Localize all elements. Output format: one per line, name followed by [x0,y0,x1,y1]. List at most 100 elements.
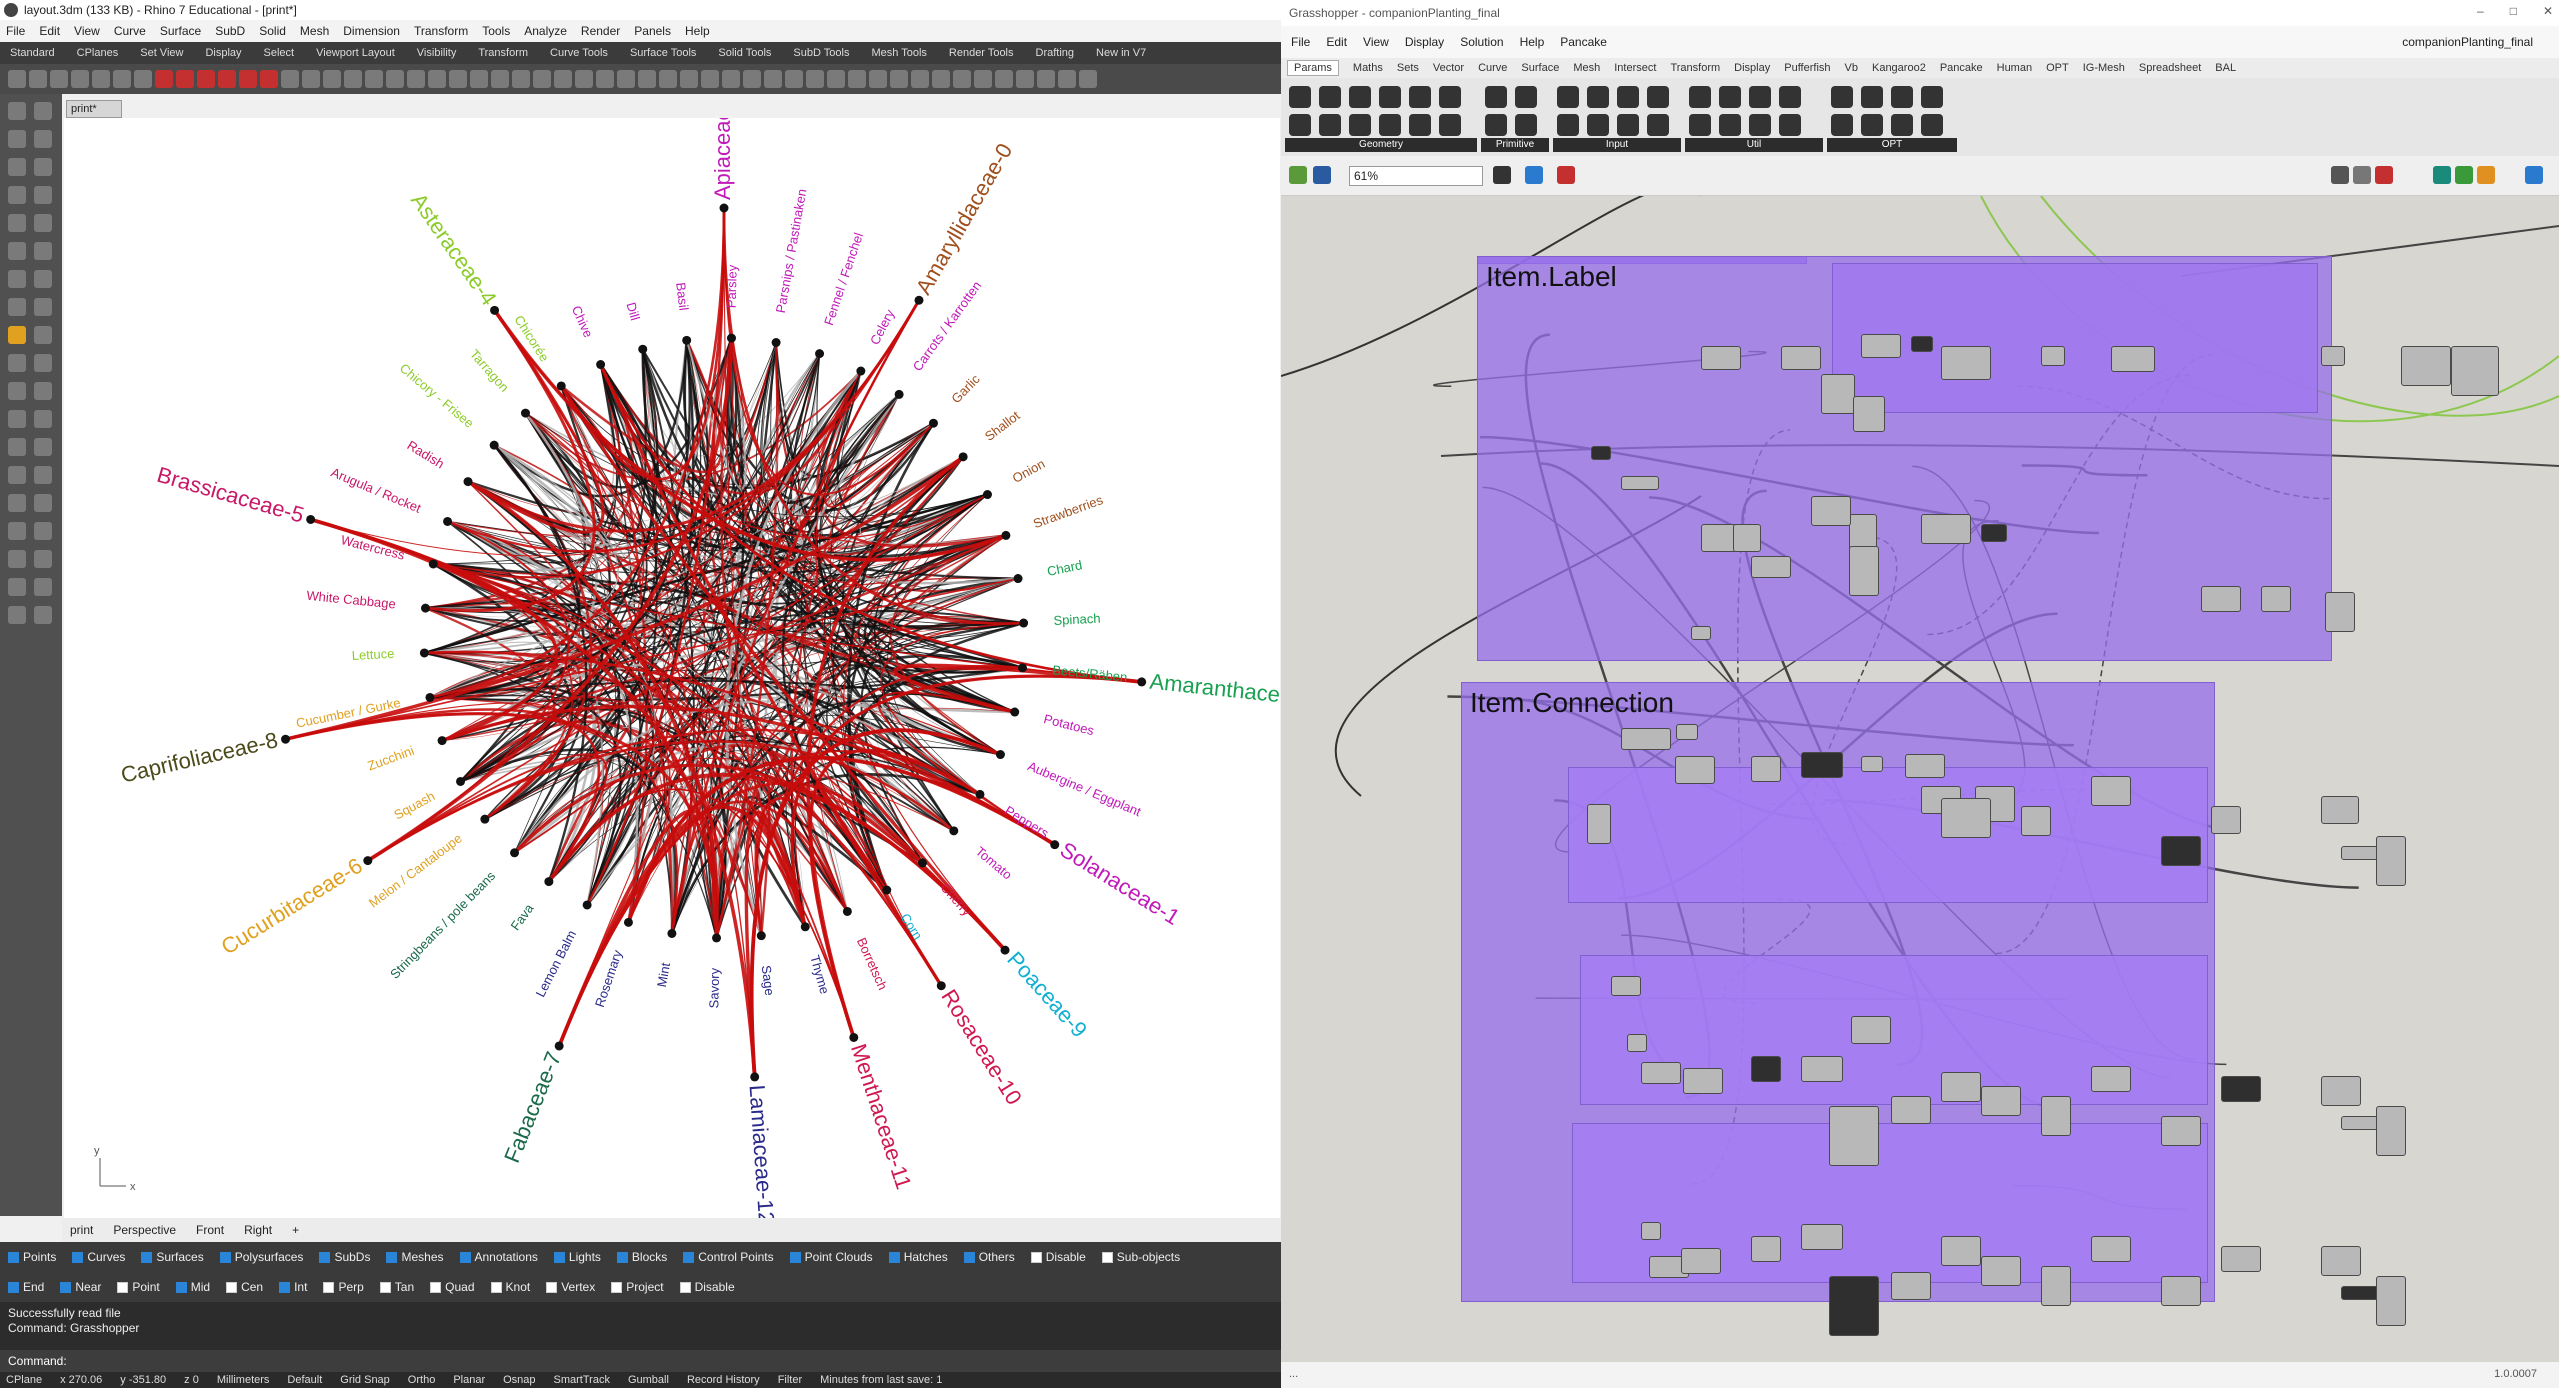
gh-tab-surface[interactable]: Surface [1521,62,1559,74]
component-icon[interactable] [1891,114,1913,136]
checkbox-box[interactable] [219,1251,231,1263]
save-icon[interactable] [1313,166,1331,184]
checkbox-lights[interactable]: Lights [553,1250,601,1264]
brush-icon[interactable] [1557,166,1575,184]
toolbar-tab-cplanes[interactable]: CPlanes [77,47,119,59]
toolbar-tool-icon[interactable] [113,70,131,88]
gh-tab-kangaroo2[interactable]: Kangaroo2 [1872,62,1926,74]
checkbox-mid[interactable]: Mid [175,1280,210,1294]
checkbox-box[interactable] [226,1281,238,1293]
toolbar-tool-icon[interactable] [932,70,950,88]
toolbar-tool-icon[interactable] [428,70,446,88]
side-tool-icon[interactable] [34,102,52,120]
side-tool-icon[interactable] [8,354,26,372]
gh-component[interactable] [1905,754,1945,778]
side-tool-icon[interactable] [8,298,26,316]
maximize-icon[interactable]: □ [2510,4,2517,18]
component-icon[interactable] [1779,114,1801,136]
gh-component[interactable] [1821,374,1855,414]
component-icon[interactable] [1749,114,1771,136]
status-y-351-80[interactable]: y -351.80 [120,1374,166,1386]
side-tool-icon[interactable] [8,242,26,260]
toolbar-tool-icon[interactable] [974,70,992,88]
checkbox-perp[interactable]: Perp [323,1280,364,1294]
toolbar-tab-viewport-layout[interactable]: Viewport Layout [316,47,395,59]
gh-component[interactable] [2021,806,2051,836]
gh-component[interactable] [2321,1246,2361,1276]
checkbox-int[interactable]: Int [279,1280,307,1294]
toolbar-tool-icon[interactable] [260,70,278,88]
gh-component[interactable] [1851,1016,1891,1044]
side-tool-icon[interactable] [34,550,52,568]
checkbox-annotations[interactable]: Annotations [459,1250,538,1264]
menu-file[interactable]: File [6,24,25,38]
component-icon[interactable] [1689,114,1711,136]
gh-component[interactable] [1675,756,1715,784]
checkbox-near[interactable]: Near [60,1280,101,1294]
toolbar-tool-icon[interactable] [1058,70,1076,88]
gh-component[interactable] [2041,1266,2071,1306]
checkbox-point-clouds[interactable]: Point Clouds [789,1250,873,1264]
gh-tab-pancake[interactable]: Pancake [1940,62,1983,74]
render-icon[interactable] [2455,166,2473,184]
toolbar-tool-icon[interactable] [1079,70,1097,88]
side-tool-icon[interactable] [34,130,52,148]
toolbar-tool-icon[interactable] [470,70,488,88]
side-tool-icon[interactable] [34,578,52,596]
checkbox-knot[interactable]: Knot [490,1280,530,1294]
toolbar-tool-icon[interactable] [869,70,887,88]
gh-component[interactable] [1861,756,1883,772]
component-icon[interactable] [1409,86,1431,108]
component-icon[interactable] [1617,86,1639,108]
side-tool-icon[interactable] [8,578,26,596]
gh-component[interactable] [2041,1096,2071,1136]
toolbar-tool-icon[interactable] [407,70,425,88]
side-tool-icon[interactable] [8,326,26,344]
menu-render[interactable]: Render [581,24,620,38]
checkbox-box[interactable] [8,1251,19,1263]
gh-component[interactable] [1611,976,1641,996]
viewport-tab-right[interactable]: Right [244,1223,272,1237]
checkbox-disable[interactable]: Disable [679,1280,735,1294]
gh-component[interactable] [1681,1248,1721,1274]
component-icon[interactable] [1557,86,1579,108]
status-millimeters[interactable]: Millimeters [217,1374,270,1386]
checkbox-polysurfaces[interactable]: Polysurfaces [219,1250,303,1264]
shade-icon[interactable] [2331,166,2349,184]
checkbox-end[interactable]: End [8,1280,44,1294]
checkbox-box[interactable] [679,1281,691,1293]
gh-tab-mesh[interactable]: Mesh [1573,62,1600,74]
gh-component[interactable] [1853,396,1885,432]
component-icon[interactable] [1921,114,1943,136]
gh-component[interactable] [1801,752,1843,778]
component-icon[interactable] [1831,114,1853,136]
viewport-tab-perspective[interactable]: Perspective [113,1223,176,1237]
checkbox-box[interactable] [553,1251,565,1263]
zoom-select[interactable]: 61% [1349,166,1483,186]
menu-panels[interactable]: Panels [634,24,671,38]
toolbar-tool-icon[interactable] [1037,70,1055,88]
open-icon[interactable] [1289,166,1307,184]
checkbox-box[interactable] [323,1281,335,1293]
component-icon[interactable] [1409,114,1431,136]
component-icon[interactable] [1349,86,1371,108]
checkbox-sub-objects[interactable]: Sub-objects [1101,1250,1180,1264]
checkbox-others[interactable]: Others [963,1250,1015,1264]
command-line[interactable]: Command: [0,1350,1281,1372]
toolbar-tool-icon[interactable] [680,70,698,88]
gh-component[interactable] [1941,798,1991,838]
toolbar-tool-icon[interactable] [911,70,929,88]
toolbar-tab-set-view[interactable]: Set View [140,47,183,59]
checkbox-box[interactable] [386,1251,398,1263]
gh-component[interactable] [1683,1068,1723,1094]
checkbox-box[interactable] [963,1251,975,1263]
gh-component[interactable] [1921,514,1971,544]
gh-component[interactable] [1676,724,1698,740]
bake-icon[interactable] [2433,166,2451,184]
checkbox-box[interactable] [141,1251,153,1263]
gh-component[interactable] [2401,346,2451,386]
toolbar-tab-subd-tools[interactable]: SubD Tools [793,47,849,59]
gh-tab-ig-mesh[interactable]: IG-Mesh [2083,62,2125,74]
gh-component[interactable] [2211,806,2241,834]
gh-canvas[interactable]: Item.Label Item.Connection [1281,196,2559,1362]
